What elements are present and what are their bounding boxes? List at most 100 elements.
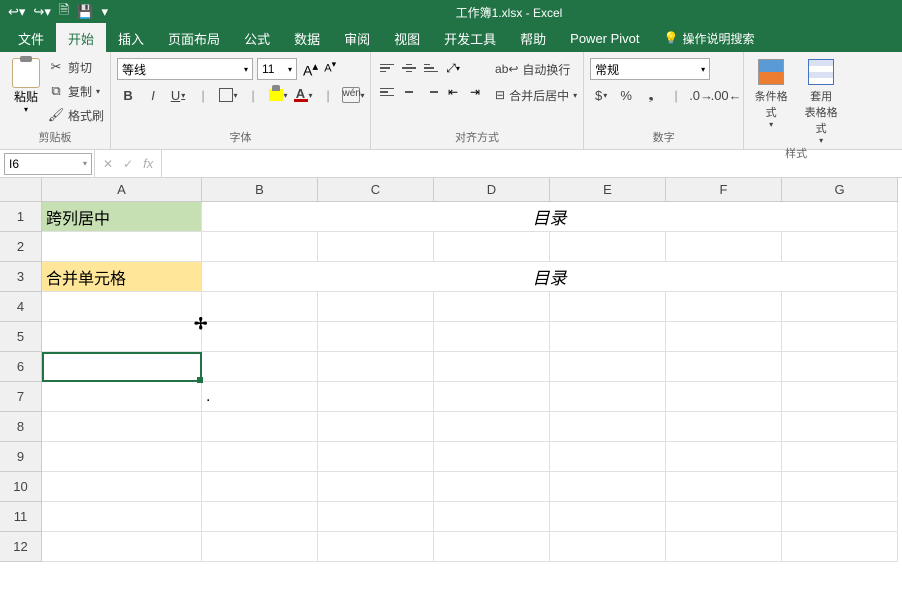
undo-icon[interactable]: ↩▾ <box>8 4 25 20</box>
copy-button[interactable]: ⧉复制▾ <box>48 80 104 102</box>
comma-format-button[interactable]: ❟ <box>640 84 662 106</box>
cell[interactable] <box>782 232 898 262</box>
cell[interactable] <box>782 442 898 472</box>
cell[interactable] <box>318 412 434 442</box>
cell[interactable] <box>666 322 782 352</box>
conditional-format-button[interactable]: 条件格式▾ <box>750 58 792 129</box>
align-middle-button[interactable] <box>399 58 419 78</box>
row-header[interactable]: 12 <box>0 532 42 562</box>
italic-button[interactable]: I <box>142 84 164 106</box>
cell[interactable] <box>550 232 666 262</box>
cell[interactable] <box>782 322 898 352</box>
cell[interactable] <box>318 472 434 502</box>
decrease-font-button[interactable]: A▾ <box>322 59 338 79</box>
cell[interactable] <box>434 292 550 322</box>
decrease-indent-button[interactable]: ⇤ <box>443 82 463 102</box>
column-header[interactable]: A <box>42 178 202 202</box>
number-format-select[interactable]: 常规▾ <box>590 58 710 80</box>
cell[interactable] <box>550 502 666 532</box>
accounting-format-button[interactable]: $▾ <box>590 84 612 106</box>
fx-icon[interactable]: fx <box>143 156 153 171</box>
cell[interactable] <box>318 232 434 262</box>
cell[interactable] <box>318 532 434 562</box>
cell[interactable] <box>202 292 318 322</box>
tab-file[interactable]: 文件 <box>6 23 56 54</box>
percent-format-button[interactable]: % <box>615 84 637 106</box>
tab-home[interactable]: 开始 <box>56 23 106 54</box>
cell[interactable] <box>202 442 318 472</box>
cell[interactable] <box>202 472 318 502</box>
column-header[interactable]: C <box>318 178 434 202</box>
cell[interactable] <box>550 352 666 382</box>
row-header[interactable]: 10 <box>0 472 42 502</box>
font-size-select[interactable]: 11▾ <box>257 58 297 80</box>
cell[interactable] <box>666 532 782 562</box>
cell[interactable] <box>42 532 202 562</box>
save-icon[interactable]: 💾 <box>77 4 93 20</box>
row-header[interactable]: 6 <box>0 352 42 382</box>
align-bottom-button[interactable] <box>421 58 441 78</box>
cell[interactable] <box>434 472 550 502</box>
cell[interactable] <box>42 502 202 532</box>
cell[interactable] <box>550 472 666 502</box>
row-header[interactable]: 5 <box>0 322 42 352</box>
format-as-table-button[interactable]: 套用 表格格式▾ <box>800 58 842 145</box>
row-header[interactable]: 1 <box>0 202 42 232</box>
tab-view[interactable]: 视图 <box>382 23 432 54</box>
cell[interactable] <box>42 412 202 442</box>
select-all-corner[interactable] <box>0 178 42 202</box>
cell[interactable]: . <box>202 382 318 412</box>
column-header[interactable]: G <box>782 178 898 202</box>
cell[interactable] <box>318 502 434 532</box>
cell[interactable] <box>434 232 550 262</box>
cell[interactable] <box>782 532 898 562</box>
tell-me-search[interactable]: 💡 操作说明搜索 <box>664 30 755 47</box>
cell[interactable] <box>42 382 202 412</box>
bold-button[interactable]: B <box>117 84 139 106</box>
cell[interactable] <box>666 352 782 382</box>
cancel-icon[interactable]: ✕ <box>103 157 113 171</box>
align-center-button[interactable] <box>399 82 419 102</box>
cell[interactable] <box>666 442 782 472</box>
cell[interactable] <box>318 292 434 322</box>
cut-button[interactable]: ✂剪切 <box>48 56 104 78</box>
cell[interactable] <box>202 532 318 562</box>
cell[interactable] <box>782 382 898 412</box>
tab-insert[interactable]: 插入 <box>106 23 156 54</box>
cell-merged[interactable]: 目录 <box>202 202 898 232</box>
cell[interactable] <box>42 232 202 262</box>
qat-dropdown-icon[interactable]: ▾ <box>101 4 108 20</box>
cell[interactable] <box>666 502 782 532</box>
decrease-decimal-button[interactable]: .00← <box>715 84 737 106</box>
column-header[interactable]: E <box>550 178 666 202</box>
tab-page-layout[interactable]: 页面布局 <box>156 23 232 54</box>
cell[interactable] <box>202 352 318 382</box>
orientation-button[interactable]: ⤢▾ <box>443 58 463 78</box>
cell[interactable] <box>434 532 550 562</box>
align-right-button[interactable] <box>421 82 441 102</box>
cell[interactable] <box>666 232 782 262</box>
cell[interactable] <box>434 502 550 532</box>
cell[interactable] <box>434 322 550 352</box>
cell[interactable] <box>782 472 898 502</box>
align-left-button[interactable] <box>377 82 397 102</box>
cell[interactable] <box>42 322 202 352</box>
cell[interactable] <box>202 412 318 442</box>
row-header[interactable]: 4 <box>0 292 42 322</box>
phonetic-button[interactable]: wén▾ <box>342 84 364 106</box>
cell[interactable] <box>666 292 782 322</box>
row-header[interactable]: 9 <box>0 442 42 472</box>
font-color-button[interactable]: A▾ <box>292 84 314 106</box>
column-header[interactable]: F <box>666 178 782 202</box>
tab-help[interactable]: 帮助 <box>508 23 558 54</box>
tab-review[interactable]: 审阅 <box>332 23 382 54</box>
row-header[interactable]: 11 <box>0 502 42 532</box>
row-header[interactable]: 2 <box>0 232 42 262</box>
cell[interactable] <box>42 292 202 322</box>
increase-indent-button[interactable]: ⇥ <box>465 82 485 102</box>
fill-color-button[interactable]: ▾ <box>267 84 289 106</box>
cell[interactable] <box>318 352 434 382</box>
cell[interactable] <box>550 292 666 322</box>
cell[interactable] <box>666 382 782 412</box>
align-top-button[interactable] <box>377 58 397 78</box>
